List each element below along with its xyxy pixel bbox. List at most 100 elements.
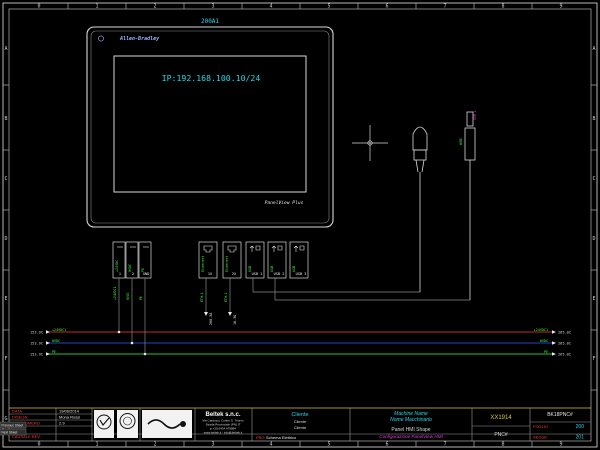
- client-label: Cliente: [291, 412, 308, 418]
- junction-dot: [130, 341, 134, 345]
- prg-value: Schema Elettrico: [266, 435, 297, 440]
- connector-c1: +24VDC1: [112, 241, 126, 279]
- connector-label: Ethernet: [225, 256, 229, 272]
- col-number: 9: [559, 4, 562, 10]
- row-letter: C: [592, 176, 595, 182]
- company-name: Beltek s.n.c.: [205, 412, 240, 418]
- bus-ref-left: 153.9C: [30, 330, 43, 334]
- bus-arrow-icon: [552, 330, 556, 334]
- usb-port-icon: [293, 245, 305, 252]
- brand-logo-icon: [98, 35, 104, 42]
- col-number: 8: [501, 442, 504, 448]
- sheet-label: FOGLIO: [533, 424, 548, 429]
- wire-ref: 208-3A: [209, 313, 213, 325]
- wire-label: +24VDC1: [113, 286, 117, 300]
- bus-name-left: PE: [52, 350, 56, 354]
- bus-name-right: 0VDC: [540, 339, 548, 343]
- connector-pin: GND: [143, 272, 150, 276]
- previous-sheet-label: Previous Sheet: [2, 423, 24, 427]
- row-letter: D: [4, 236, 7, 242]
- col-number: 2: [153, 4, 156, 10]
- tb-data-value: 19/06/2014: [59, 409, 80, 414]
- bus-arrow-icon: [552, 352, 556, 356]
- connector-c3: PEGND: [138, 241, 152, 279]
- usb-plug-icon: [464, 111, 476, 300]
- row-letter: F: [592, 356, 595, 362]
- rj45-plug-icon: [412, 126, 428, 292]
- next-number: 201: [576, 435, 585, 441]
- col-number: 7: [443, 4, 446, 10]
- hmi-bezel-inner: [90, 30, 330, 224]
- col-number: 9: [559, 442, 562, 448]
- row-letter: D: [592, 236, 595, 242]
- bus-name-right: +24VDC1: [534, 328, 548, 332]
- hmi-model: PanelView Plus: [265, 200, 304, 206]
- col-number: 4: [269, 4, 272, 10]
- col-number: 7: [443, 442, 446, 448]
- arrow-down-icon: [204, 312, 208, 316]
- connector-c2: 0VDC2: [125, 241, 139, 279]
- client-value: Cliente: [294, 425, 307, 430]
- arrow-down-icon: [228, 312, 232, 316]
- connector-c7: USBUSB 2: [267, 241, 287, 279]
- connector-pin: 1: [119, 272, 121, 276]
- wire-label: PE: [139, 296, 143, 300]
- row-letter: E: [592, 296, 595, 302]
- bus-arrow-icon: [46, 330, 50, 334]
- column-ticks: [67, 3, 533, 447]
- wire-label: ETH-2: [224, 292, 228, 302]
- col-number: 5: [327, 4, 330, 10]
- row-letter: A: [592, 46, 595, 52]
- tb-dis-label: DISEGN.: [12, 415, 28, 420]
- col-number: 0: [37, 442, 40, 448]
- connector-label: 0VDC: [128, 264, 132, 272]
- connector-pin: 2: [132, 272, 134, 276]
- usb-port-icon: [249, 245, 261, 252]
- row-letter: G: [4, 416, 7, 422]
- company-web: www.beltek.it - info@beltek.it: [204, 431, 243, 435]
- power-bus: 153.9C +24VDC1 153.9C 0VDC 153.9C PE +24VDC1 26…: [30, 328, 571, 357]
- col-number: 6: [385, 442, 388, 448]
- device-tag: 200A1: [201, 18, 219, 25]
- col-number: 3: [211, 4, 214, 10]
- col-number: 3: [211, 442, 214, 448]
- row-letter: B: [4, 116, 7, 122]
- bus-ref-left: 153.9C: [30, 341, 43, 345]
- usb-plug-label: USB: [459, 139, 463, 146]
- beltek-logo-icon: [142, 410, 192, 438]
- connector-pin: 2X: [232, 272, 237, 276]
- row-letter: B: [592, 116, 595, 122]
- client-value: Cliente: [294, 419, 307, 424]
- ethernet-port-icon: [227, 245, 237, 253]
- wire-label: 0VDC: [126, 292, 130, 300]
- connector-c8: USBUSB 3: [289, 241, 309, 279]
- drawing-code-right: BK18PNC#: [547, 412, 573, 418]
- junction-dot: [117, 330, 121, 334]
- machine-name: Nome Macchinario: [390, 417, 432, 423]
- ip-address: IP:192.168.100.10/24: [162, 73, 261, 83]
- junction-dot: [143, 352, 147, 356]
- next-label: SEGUE: [533, 435, 547, 440]
- prg-label: PRG: [256, 435, 265, 440]
- connector-label: Ethernet: [201, 256, 205, 272]
- tb-rev-value: 2.9: [59, 421, 65, 426]
- bus-arrow-icon: [552, 341, 556, 345]
- bus-arrow-icon: [46, 341, 50, 345]
- row-letter: F: [4, 356, 7, 362]
- certification-logo-icon: [94, 410, 114, 438]
- next-sheet-label: Next Sheet: [2, 430, 18, 434]
- hmi-brand: Allen-Bradley: [119, 36, 160, 42]
- bus-ref-right: 265.0C: [558, 330, 571, 334]
- col-number: 1: [95, 4, 98, 10]
- connector-c5: Ethernet2X: [222, 241, 242, 279]
- wire-ref: 16-3G: [233, 315, 237, 325]
- row-letter: C: [4, 176, 7, 182]
- connector-row: +24VDC10VDC2PEGNDEthernet1XEthernet2XUSB…: [112, 241, 309, 279]
- connector-pin: USB 3: [296, 272, 307, 276]
- bus-ref-left: 153.9C: [30, 352, 43, 356]
- usb-port-icon: [271, 245, 283, 252]
- drawing-group: PNC#: [494, 432, 508, 438]
- sheet-title: Panel HMI Shape: [391, 427, 430, 433]
- row-letter: E: [4, 296, 7, 302]
- tb-data-label: DATA: [12, 409, 22, 414]
